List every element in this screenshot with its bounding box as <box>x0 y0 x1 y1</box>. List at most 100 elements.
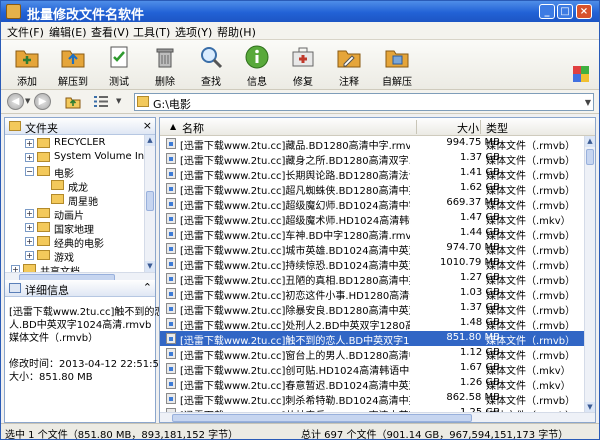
find-button[interactable]: 查找 <box>191 44 231 88</box>
extract-to-button[interactable]: 解压到 <box>53 44 93 88</box>
media-file-icon <box>166 333 176 344</box>
file-row[interactable]: [迅雷下载www.2tu.cc]超级魔术师.HD1024高清韩语中字.mkv1.… <box>160 211 584 227</box>
back-button[interactable]: ◀ <box>7 93 24 110</box>
collapse-icon[interactable]: − <box>25 167 34 176</box>
file-type: 媒体文件（.mkv） <box>486 216 571 227</box>
repair-icon <box>292 47 314 67</box>
menu-edit[interactable]: 编辑(E) <box>49 24 87 40</box>
file-row[interactable]: [迅雷下载www.2tu.cc]超凡蜘蛛侠.BD1280高清中英双字.rmvb1… <box>160 181 584 197</box>
folder-icon <box>37 250 50 260</box>
column-type[interactable]: 类型 <box>486 120 508 136</box>
file-type: 媒体文件（.rmvb） <box>486 231 576 242</box>
details-size: 大小：851.80 MB <box>9 372 93 383</box>
app-window: 批量修改文件名软件 _ □ × 文件(F) 编辑(E) 查看(V) 工具(T) … <box>0 0 600 440</box>
close-button[interactable]: × <box>576 4 592 19</box>
expand-icon[interactable]: + <box>25 251 34 260</box>
scroll-thumb[interactable] <box>586 149 594 165</box>
expand-icon[interactable]: + <box>25 237 34 246</box>
self-extract-label: 自解压 <box>382 77 412 88</box>
file-list-horizontal-scrollbar[interactable] <box>160 412 595 422</box>
file-row[interactable]: [迅雷下载www.2tu.cc]丑陋的真相.BD1280高清中英双字.rmvb1… <box>160 271 584 287</box>
title-bar[interactable]: 批量修改文件名软件 _ □ × <box>1 1 599 23</box>
tree-vertical-scrollbar[interactable]: ▲ ▼ <box>144 135 155 272</box>
delete-icon <box>156 48 174 68</box>
folders-pane-title: 文件夹 <box>25 122 58 135</box>
repair-button[interactable]: 修复 <box>283 44 323 88</box>
file-type: 媒体文件（.rmvb） <box>486 171 576 182</box>
forward-button[interactable]: ▶ <box>34 93 51 110</box>
self-extract-icon <box>385 50 409 68</box>
file-row[interactable]: [迅雷下载www.2tu.cc]超级魔幻师.BD1024高清中字.rmvb669… <box>160 196 584 212</box>
menu-view[interactable]: 查看(V) <box>91 24 129 40</box>
file-row[interactable]: [迅雷下载www.2tu.cc]创可贴.HD1024高清韩语中字.mkv1.67… <box>160 361 584 377</box>
media-file-icon <box>166 138 176 149</box>
media-file-icon <box>166 348 176 359</box>
file-row[interactable]: [迅雷下载www.2tu.cc]刺杀希特勒.BD1024高清中英双字.rmvb8… <box>160 391 584 407</box>
address-dropdown-icon[interactable]: ▼ <box>585 98 591 107</box>
view-mode-icon[interactable] <box>94 95 108 108</box>
add-button[interactable]: 添加 <box>7 44 47 88</box>
file-row[interactable]: [迅雷下载www.2tu.cc]春意暂迟.BD1024高清中英双字.mkv1.2… <box>160 376 584 392</box>
file-name: [迅雷下载www.2tu.cc]超凡蜘蛛侠.BD1280高清中英双字.rmvb <box>180 186 410 197</box>
file-type: 媒体文件（.rmvb） <box>486 336 576 347</box>
comment-icon <box>337 50 361 68</box>
media-file-icon <box>166 168 176 179</box>
file-type: 媒体文件（.rmvb） <box>486 186 576 197</box>
file-type: 媒体文件（.rmvb） <box>486 306 576 317</box>
column-size[interactable]: 大小 <box>457 120 479 136</box>
expand-icon[interactable]: + <box>25 139 34 148</box>
view-dropdown-icon[interactable]: ▼ <box>116 97 121 105</box>
expand-icon[interactable]: + <box>25 223 34 232</box>
file-name: [迅雷下载www.2tu.cc]持续惊恐.BD1024高清中英双字.rmvb <box>180 261 410 272</box>
file-row[interactable]: [迅雷下载www.2tu.cc]处刑人2.BD中英双字1280高清.rmvb1.… <box>160 316 584 332</box>
file-type: 媒体文件（.mkv） <box>486 366 571 377</box>
folder-icon <box>37 236 50 246</box>
file-row[interactable]: [迅雷下载www.2tu.cc]触不到的恋人.BD中英双字1024高清.rmvb… <box>160 331 584 347</box>
file-row[interactable]: [迅雷下载www.2tu.cc]藏品.BD1280高清中字.rmvb 994.75… <box>160 136 584 152</box>
menu-tools[interactable]: 工具(T) <box>133 24 170 40</box>
scroll-thumb[interactable] <box>172 414 472 422</box>
file-row[interactable]: [迅雷下载www.2tu.cc]长期舆论路.BD1280高清法语中字.rmvb1… <box>160 166 584 182</box>
file-list-vertical-scrollbar[interactable]: ▲ ▼ <box>584 136 595 413</box>
column-name[interactable]: 名称 <box>182 120 204 136</box>
menu-help[interactable]: 帮助(H) <box>217 24 256 40</box>
file-type: 媒体文件（.rmvb） <box>486 261 576 272</box>
status-selected: 选中 1 个文件（851.80 MB，893,181,152 字节） <box>5 430 239 440</box>
menu-options[interactable]: 选项(Y) <box>175 24 212 40</box>
expand-icon[interactable]: + <box>25 153 34 162</box>
scroll-down-icon[interactable]: ▼ <box>145 261 155 272</box>
info-button[interactable]: 信息 <box>237 44 277 88</box>
media-file-icon <box>166 243 176 254</box>
comment-button[interactable]: 注释 <box>329 44 369 88</box>
expand-icon[interactable]: + <box>25 209 34 218</box>
collapse-icon[interactable]: ⌃ <box>143 281 152 294</box>
expand-icon[interactable]: + <box>11 265 20 272</box>
file-type: 媒体文件（.rmvb） <box>486 321 576 332</box>
close-icon[interactable]: × <box>143 119 152 132</box>
file-row[interactable]: [迅雷下载www.2tu.cc]藏身之所.BD1280高清双字.rmvb1.37… <box>160 151 584 167</box>
self-extract-button[interactable]: 自解压 <box>377 44 417 88</box>
minimize-button[interactable]: _ <box>539 4 555 19</box>
theme-icon[interactable] <box>573 66 589 82</box>
up-folder-icon[interactable] <box>65 94 81 109</box>
address-input[interactable]: G:\电影 ▼ <box>134 93 594 111</box>
scroll-up-icon[interactable]: ▲ <box>585 136 595 147</box>
column-header: ▲ 名称 大小 类型 <box>160 118 595 136</box>
file-row[interactable]: [迅雷下载www.2tu.cc]除暴安良.BD1280高清中英双字.rmvb1.… <box>160 301 584 317</box>
window-title: 批量修改文件名软件 <box>27 8 145 23</box>
menu-file[interactable]: 文件(F) <box>7 24 44 40</box>
scroll-thumb[interactable] <box>146 191 154 211</box>
maximize-button[interactable]: □ <box>557 4 573 19</box>
file-row[interactable]: [迅雷下载www.2tu.cc]持续惊恐.BD1024高清中英双字.rmvb10… <box>160 256 584 272</box>
back-dropdown-icon[interactable]: ▼ <box>25 97 30 105</box>
scroll-up-icon[interactable]: ▲ <box>145 135 155 146</box>
file-type: 媒体文件（.rmvb） <box>486 156 576 167</box>
test-button[interactable]: 测试 <box>99 44 139 88</box>
file-row[interactable]: [迅雷下载www.2tu.cc]初恋这件小事.HD1280高清泰语中字.rmvb… <box>160 286 584 302</box>
delete-button[interactable]: 删除 <box>145 44 185 88</box>
file-row[interactable]: [迅雷下载www.2tu.cc]车神.BD中字1280高清.rmvb 1.44 G… <box>160 226 584 242</box>
file-type: 媒体文件（.rmvb） <box>486 201 576 212</box>
file-row[interactable]: [迅雷下载www.2tu.cc]窗台上的男人.BD1280高清中英双字.rmvb… <box>160 346 584 362</box>
file-type: 媒体文件（.rmvb） <box>486 396 576 407</box>
file-row[interactable]: [迅雷下载www.2tu.cc]城市英雄.BD1024高清中英双字.rmvb97… <box>160 241 584 257</box>
